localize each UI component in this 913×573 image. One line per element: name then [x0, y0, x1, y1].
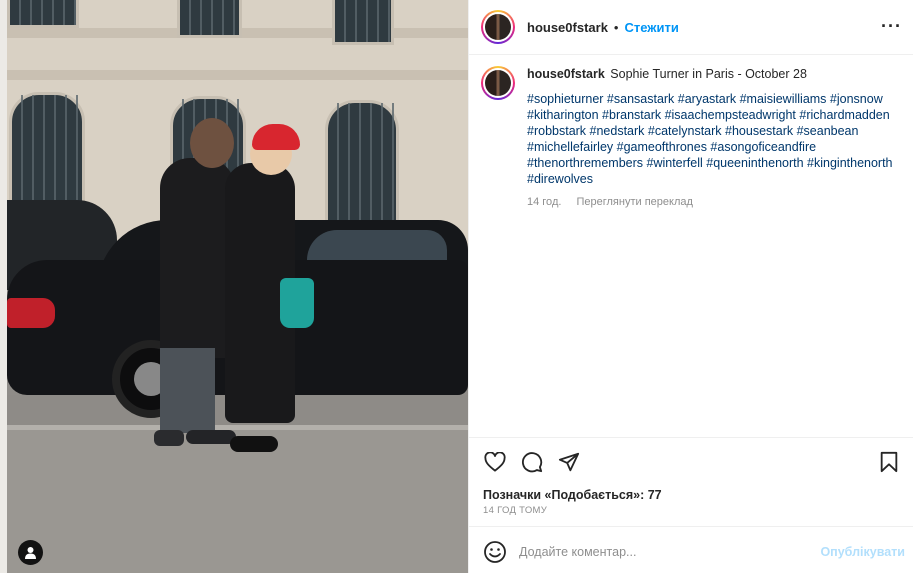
publish-button[interactable]: Опублікувати — [820, 545, 905, 559]
comment-input[interactable] — [519, 545, 819, 559]
post-modal: house0fstark • Стежити ··· house0fstark … — [0, 0, 913, 573]
post-header: house0fstark • Стежити ··· — [469, 0, 913, 55]
comment-icon — [521, 452, 543, 473]
post-photo[interactable] — [0, 0, 468, 573]
post-actions — [483, 449, 901, 475]
caption-hashtags[interactable]: #sophieturner #sansastark #aryastark #ma… — [527, 91, 897, 187]
share-button[interactable] — [557, 450, 581, 474]
more-options-icon[interactable]: ··· — [881, 16, 902, 37]
follow-button[interactable]: Стежити — [624, 20, 678, 35]
caption-text: Sophie Turner in Paris - October 28 — [610, 67, 807, 81]
photo-edge — [0, 0, 7, 573]
tagged-users-button[interactable] — [18, 540, 43, 565]
couple-figures — [150, 118, 320, 458]
caption-username[interactable]: house0fstark — [527, 67, 605, 81]
likes-count[interactable]: Позначки «Подобається»: 77 — [483, 488, 662, 502]
share-icon — [558, 452, 580, 472]
separator-dot: • — [613, 19, 619, 35]
comment-button[interactable] — [520, 450, 544, 474]
comment-form: Опублікувати — [483, 538, 905, 566]
see-translation-link[interactable]: Переглянути переклад — [576, 196, 692, 208]
user-icon — [25, 547, 36, 559]
author-username[interactable]: house0fstark — [527, 20, 608, 35]
emoji-icon[interactable] — [483, 540, 507, 564]
save-button[interactable] — [877, 450, 901, 474]
post-side-panel: house0fstark • Стежити ··· house0fstark … — [468, 0, 913, 573]
bookmark-icon — [880, 451, 898, 473]
divider — [469, 437, 913, 438]
teal-bag — [280, 278, 314, 328]
author-avatar[interactable] — [481, 10, 515, 44]
heart-icon — [484, 452, 506, 472]
caption-avatar[interactable] — [481, 66, 515, 100]
post-time[interactable]: 14 год тому — [483, 505, 547, 516]
divider — [469, 526, 913, 527]
red-cap — [252, 124, 300, 150]
caption-age[interactable]: 14 год. — [527, 196, 561, 208]
caption: house0fstark Sophie Turner in Paris - Oc… — [481, 66, 906, 210]
like-button[interactable] — [483, 450, 507, 474]
